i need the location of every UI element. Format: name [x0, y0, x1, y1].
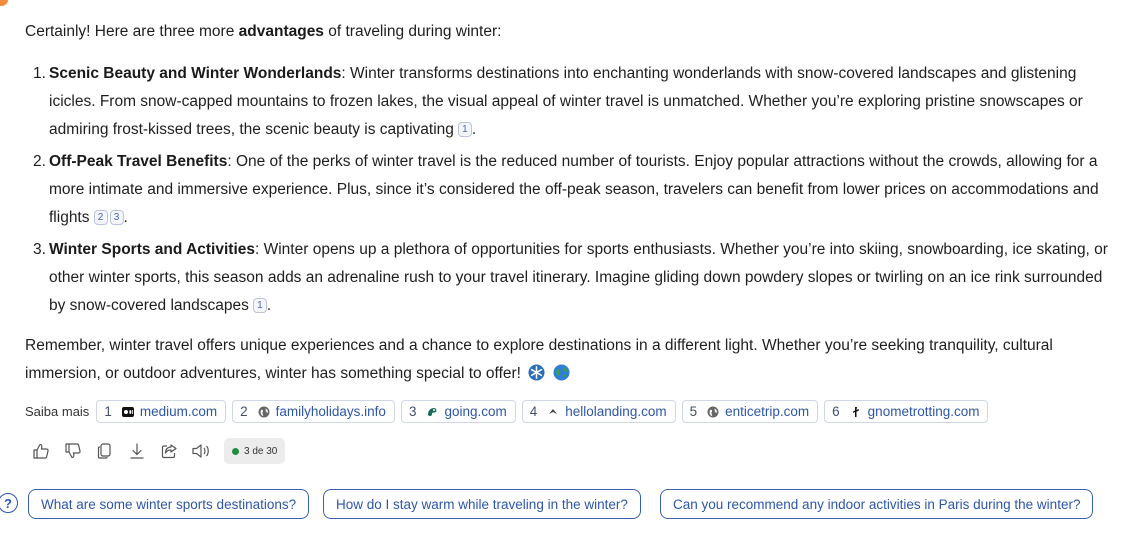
download-icon[interactable] [126, 439, 148, 463]
learn-more-label: Saiba mais [25, 404, 90, 419]
help-icon[interactable]: ? [0, 493, 18, 513]
source-link-hellolanding[interactable]: 4 hellolanding.com [521, 400, 676, 423]
thumbs-down-icon[interactable] [62, 439, 84, 463]
medium-icon [121, 406, 134, 418]
list-number: 1. [33, 65, 46, 82]
source-link-familyholidays[interactable]: 2 familyholidays.info [232, 400, 395, 423]
point-end: . [123, 209, 128, 226]
message-actions: 3 de 30 [30, 438, 286, 464]
share-icon[interactable] [158, 439, 180, 463]
source-number: 5 [689, 404, 698, 419]
globe-icon [553, 364, 570, 381]
point-title: Off-Peak Travel Benefits [49, 153, 228, 170]
globe-icon [707, 406, 719, 418]
citation-link[interactable]: 1 [252, 298, 267, 313]
list-item: 1. Scenic Beauty and Winter Wonderlands:… [25, 60, 1115, 144]
hellolanding-icon [547, 406, 559, 418]
intro-text: Certainly! Here are three more [25, 23, 239, 40]
source-domain: familyholidays.info [275, 404, 386, 419]
source-link-going[interactable]: 3 going.com [400, 400, 516, 423]
assistant-message: Certainly! Here are three more advantage… [25, 18, 1115, 388]
turn-counter-text: 3 de 30 [244, 445, 278, 457]
status-dot [232, 447, 239, 455]
point-end: . [266, 297, 272, 314]
list-number: 2. [33, 153, 46, 170]
citation-link[interactable]: 2 [93, 210, 108, 225]
suggestion-chip[interactable]: Can you recommend any indoor activities … [660, 489, 1094, 519]
suggestion-chip[interactable]: How do I stay warm while traveling in th… [323, 489, 641, 519]
source-domain: gnometrotting.com [867, 404, 980, 419]
message-intro: Certainly! Here are three more advantage… [25, 18, 1115, 46]
copilot-avatar [0, 0, 8, 6]
speaker-icon[interactable] [190, 439, 212, 463]
intro-text-end: of traveling during winter: [323, 23, 502, 40]
source-domain: enticetrip.com [725, 404, 810, 419]
copy-icon[interactable] [94, 439, 116, 463]
source-number: 4 [529, 404, 538, 419]
source-number: 6 [832, 404, 840, 419]
list-item: 2. Off-Peak Travel Benefits: One of the … [25, 148, 1115, 232]
citation-link[interactable]: 1 [457, 122, 472, 137]
suggestion-chip[interactable]: What are some winter sports destinations… [28, 489, 310, 519]
list-item: 3. Winter Sports and Activities: Winter … [25, 236, 1115, 320]
point-title: Scenic Beauty and Winter Wonderlands [49, 65, 342, 82]
source-domain: going.com [444, 404, 507, 419]
source-domain: medium.com [139, 404, 218, 419]
turn-counter: 3 de 30 [224, 438, 286, 464]
point-end: . [471, 121, 477, 138]
thumbs-up-icon[interactable] [30, 439, 52, 463]
source-link-medium[interactable]: 1 medium.com [96, 400, 227, 423]
going-icon [426, 406, 438, 418]
source-number: 3 [408, 404, 417, 419]
source-domain: hellolanding.com [565, 404, 667, 419]
source-link-gnometrotting[interactable]: 6 gnometrotting.com [824, 400, 989, 423]
message-outro: Remember, winter travel offers unique ex… [25, 332, 1115, 388]
globe-icon [258, 406, 270, 418]
citation-link[interactable]: 3 [109, 210, 124, 225]
source-number: 1 [104, 404, 112, 419]
point-title: Winter Sports and Activities [49, 241, 255, 258]
learn-more-bar: Saiba mais 1 medium.com 2 familyholidays… [25, 400, 994, 423]
snowflake-icon [528, 364, 545, 381]
source-number: 2 [240, 404, 248, 419]
source-link-enticetrip[interactable]: 5 enticetrip.com [681, 400, 819, 423]
gnometrotting-icon [850, 406, 862, 418]
intro-bold: advantages [238, 23, 324, 40]
advantages-list: 1. Scenic Beauty and Winter Wonderlands:… [25, 60, 1115, 320]
list-number: 3. [33, 241, 46, 258]
